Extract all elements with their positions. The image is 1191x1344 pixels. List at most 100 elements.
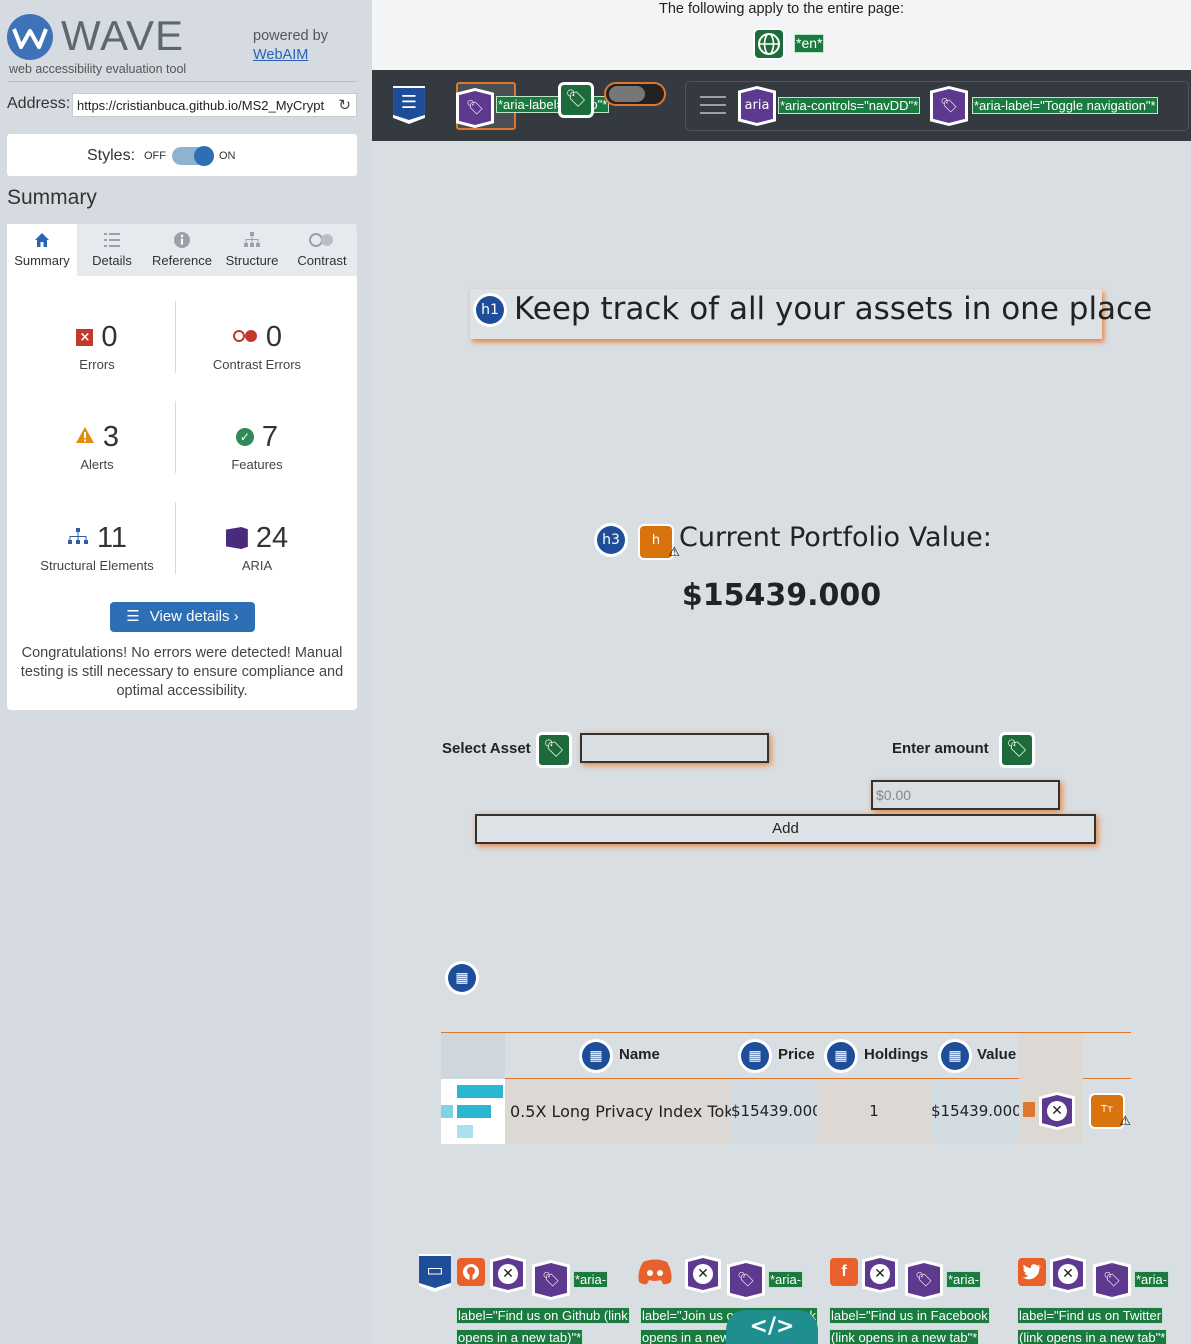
amount-input[interactable]: $0.00 [871,780,1060,810]
footer-landmark-icon[interactable]: ▭ [419,1254,451,1292]
table-header-icon[interactable]: ▦ [824,1039,858,1073]
aria-label-icon[interactable]: 🏷 [1093,1260,1131,1300]
styles-toggle-panel: Styles: OFF ON [7,134,357,176]
label-feature-icon[interactable]: 🏷 [999,732,1035,768]
aria-label-icon[interactable]: 🏷 [905,1260,943,1300]
toggle-aria-label: *aria-label="Toggle navigation"* [972,97,1158,114]
alerts-stat[interactable]: 3 Alerts [17,418,177,472]
tab-label: Reference [152,253,212,268]
h1-icon[interactable]: h1 [473,293,507,327]
facebook-aria-label-line: label="Find us in Facebook [829,1307,990,1324]
empty-link-aria-icon[interactable]: ✕ [490,1255,526,1293]
label-feature-icon[interactable]: 🏷 [558,82,594,118]
wave-logo-icon [7,14,53,60]
assets-table: ▦ Name ▦ Price ▦ Holdings ▦ Value 0.5X L… [441,1032,1131,1144]
address-input[interactable]: https://cristianbuca.github.io/MS2_MyCry… [72,93,357,117]
tab-label: Structure [225,253,279,268]
table-header-icon[interactable]: ▦ [938,1039,972,1073]
structural-stat[interactable]: 11 Structural Elements [17,519,177,574]
address-value: https://cristianbuca.github.io/MS2_MyCry… [77,98,325,113]
github-aria-label-line: *aria- [572,1271,609,1288]
table-header-cell [1019,1033,1083,1079]
tab-summary[interactable]: Summary [7,224,77,276]
hamburger-icon [700,96,726,116]
summary-panel: × 0 Errors 0 Contrast Errors 3 Alerts ✓ 7 … [7,276,357,710]
hierarchy-icon [217,231,287,253]
table-header-icon[interactable]: ▦ [738,1039,772,1073]
contrast-errors-stat[interactable]: 0 Contrast Errors [177,318,337,373]
enter-amount-label: Enter amount [892,740,989,757]
aria-icon[interactable]: aria [738,86,776,126]
table-header-cell: ▦ Name [505,1033,731,1079]
discord-icon[interactable] [638,1258,672,1286]
wave-tabs: Summary Details Reference Structure Cont… [7,224,357,276]
aria-label-icon[interactable]: 🏷 [930,86,968,126]
header-value: Value [977,1046,1017,1063]
contrast-icon [287,231,357,253]
github-aria-label-line: label="Find us on Github (link [456,1307,630,1324]
aria-label: ARIA [241,558,273,573]
twitter-icon[interactable] [1018,1258,1046,1286]
empty-button-aria-icon[interactable]: ✕ [1039,1092,1075,1130]
add-button[interactable]: Add [475,814,1096,844]
code-view-button[interactable]: </> [726,1310,818,1344]
small-text-alert-icon[interactable]: Tт [1089,1093,1131,1137]
styles-toggle[interactable] [172,146,214,166]
contrast-errors-label: Contrast Errors [212,357,302,372]
empty-link-aria-icon[interactable]: ✕ [1050,1255,1086,1293]
features-stat[interactable]: ✓ 7 Features [177,418,337,473]
tab-structure[interactable]: Structure [217,224,287,276]
tab-label: Summary [14,253,70,268]
skipped-heading-alert-icon[interactable]: h [638,524,680,568]
aria-label-icon[interactable]: 🏷 [532,1260,570,1300]
structural-label: Structural Elements [40,558,154,573]
wave-sidebar: WAVE web accessibility evaluation tool p… [0,0,372,1344]
aria-controls-label: *aria-controls="navDD"* [777,97,921,114]
tab-contrast[interactable]: Contrast [287,224,357,276]
empty-link-aria-icon[interactable]: ✕ [685,1255,721,1293]
cell-value: $15439.000 [931,1079,1022,1144]
features-count: 7 [261,420,279,453]
tab-reference[interactable]: Reference [147,224,217,276]
nav-landmark-icon[interactable]: ☰ [393,86,425,124]
header-name: Name [619,1046,660,1063]
dark-mode-toggle[interactable] [604,82,666,106]
facebook-icon[interactable]: f [830,1258,858,1286]
table-icon[interactable]: ▦ [445,961,479,995]
cell-actions: ✕ [1019,1079,1083,1144]
select-asset-input[interactable] [580,733,769,763]
webaim-link[interactable]: WebAIM [253,47,308,63]
language-icon[interactable] [753,28,785,60]
banner-text: The following apply to the entire page: [658,1,905,17]
label-feature-icon[interactable]: 🏷 [536,732,572,768]
tab-details[interactable]: Details [77,224,147,276]
feature-check-icon: ✓ [235,428,254,446]
table-header-icon[interactable]: ▦ [579,1039,613,1073]
aria-label-icon[interactable]: 🏷 [456,88,494,128]
features-label: Features [231,457,283,472]
cell-name: 0.5X Long Privacy Index Token [505,1079,753,1144]
cell-price: $15439.000 [731,1079,822,1144]
trash-icon[interactable] [1023,1102,1035,1117]
cell-text-size: Tт [1083,1079,1131,1144]
errors-stat[interactable]: × 0 Errors [17,318,177,372]
page-wide-banner: The following apply to the entire page: … [372,0,1191,70]
twitter-aria-label-line: (link opens in a new tab"* [1016,1329,1168,1344]
structural-count: 11 [96,521,128,554]
reload-icon[interactable]: ↻ [338,96,351,114]
tab-label: Details [92,253,132,268]
table-header-cell [441,1033,505,1079]
aria-stat[interactable]: 24 ARIA [177,519,337,573]
aria-label-icon[interactable]: 🏷 [727,1260,765,1300]
wave-brand: WAVE web accessibility evaluation tool p… [7,10,357,82]
empty-link-aria-icon[interactable]: ✕ [862,1255,898,1293]
h3-icon[interactable]: h3 [594,523,628,557]
styles-off-label: OFF [144,150,166,162]
github-aria-label-line: opens in a new tab)"* [455,1329,584,1344]
github-icon[interactable] [457,1258,485,1286]
aria-count: 24 [255,521,289,554]
list-icon [77,231,147,253]
info-icon [147,231,217,253]
wave-title: WAVE [61,12,185,59]
navbar-toggler[interactable]: aria *aria-controls="navDD"* 🏷 *aria-lab… [685,81,1189,131]
